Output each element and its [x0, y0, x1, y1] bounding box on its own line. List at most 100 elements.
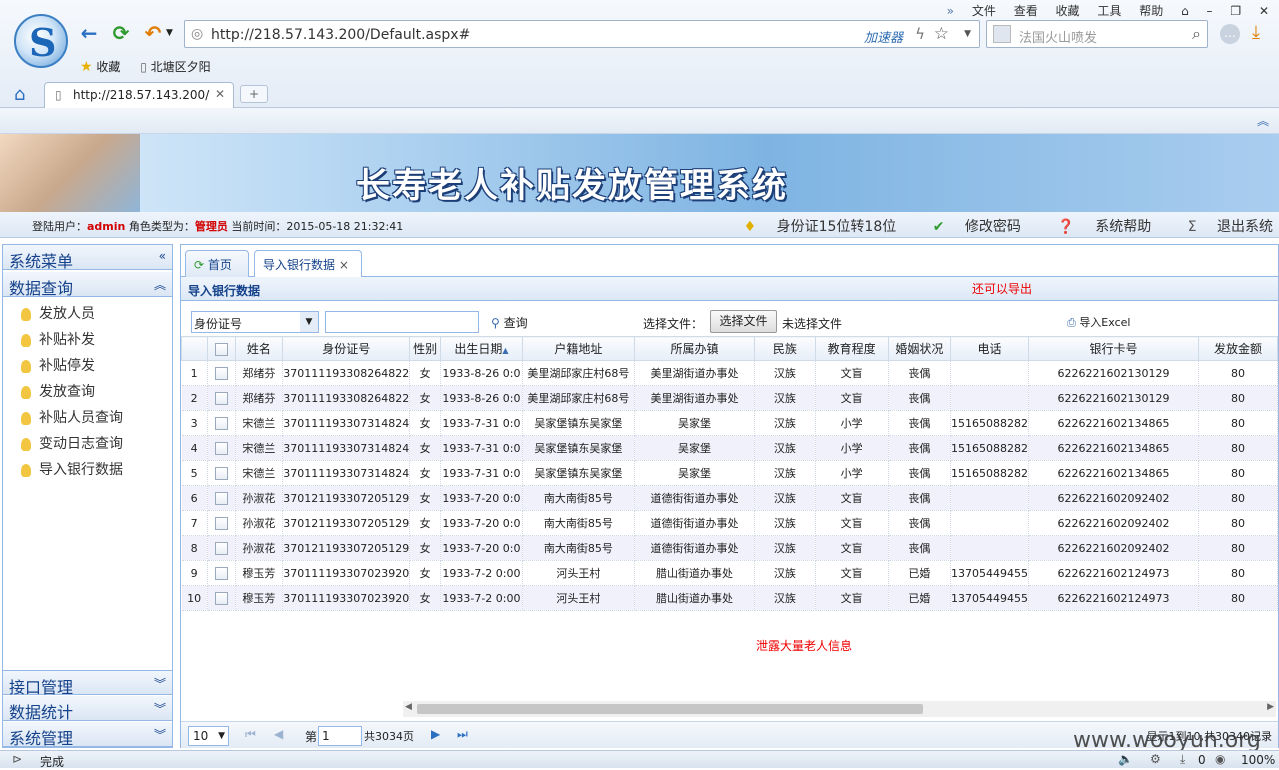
col-amount[interactable]: 发放金额	[1197, 336, 1278, 361]
choose-file-button[interactable]: 选择文件	[710, 310, 777, 333]
refresh-icon[interactable]: ⟳	[110, 22, 132, 44]
page-input[interactable]: 1	[318, 726, 362, 746]
sidebar-item-log-query[interactable]: 变动日志查询	[21, 433, 123, 453]
col-office[interactable]: 所属办镇	[633, 336, 756, 361]
collapse-up-icon[interactable]: ︽	[1257, 112, 1269, 129]
address-bar[interactable]: ◎ http://218.57.143.200/Default.aspx# 加速…	[184, 20, 980, 48]
table-row[interactable]: 9 穆玉芳 370111193307023920 女 1933-7-2 0:00 河头王村…	[181, 560, 1278, 586]
col-birth[interactable]: 出生日期▲	[439, 336, 523, 361]
security-icon[interactable]: ◉	[1215, 752, 1225, 766]
col-phone[interactable]: 电话	[949, 336, 1029, 361]
menu-expand-icon[interactable]: »	[947, 4, 954, 18]
minimize-icon[interactable]: –	[1207, 4, 1213, 18]
cell-checkbox[interactable]	[207, 485, 236, 511]
table-row[interactable]: 10 穆玉芳 370111193307023920 女 1933-7-2 0:00 河头王…	[181, 585, 1278, 611]
sidebar-item-reissue[interactable]: 补贴补发	[21, 329, 95, 349]
sidebar-item-issue-query[interactable]: 发放查询	[21, 381, 95, 401]
search-field-select[interactable]: 身份证号 ▼	[191, 311, 319, 333]
sidebar-group-stats[interactable]: 数据统计 ︾	[3, 696, 172, 722]
col-id[interactable]: 身份证号	[282, 336, 411, 361]
browser-tab[interactable]: ▯ http://218.57.143.200/ ✕	[44, 82, 234, 108]
sidebar-item-import-bank[interactable]: 导入银行数据	[21, 459, 123, 479]
menu-help[interactable]: 帮助	[1139, 4, 1163, 18]
address-dropdown-icon[interactable]: ▼	[964, 29, 971, 39]
scroll-right-icon[interactable]: ▶	[1267, 702, 1274, 712]
search-engine-icon[interactable]	[993, 25, 1011, 43]
sidebar-group-interface[interactable]: 接口管理 ︾	[3, 670, 172, 697]
favorite-link[interactable]: 北塘区夕阳	[151, 60, 211, 74]
cell-checkbox[interactable]	[207, 410, 236, 436]
first-page-icon[interactable]: ⏮	[245, 727, 256, 742]
query-button[interactable]: ⚲ 查询	[491, 314, 528, 331]
menu-tools[interactable]: 工具	[1097, 4, 1121, 18]
col-gender[interactable]: 性别	[409, 336, 441, 361]
cell-checkbox[interactable]	[207, 535, 236, 561]
table-row[interactable]: 1 郑绪芬 370111193308264822 女 1933-8-26 0:0 美里湖邱…	[181, 360, 1278, 386]
horizontal-scrollbar[interactable]: ◀ ▶	[403, 701, 1276, 717]
tab-home[interactable]: ⟳ 首页	[185, 250, 249, 277]
home-icon[interactable]: ⌂	[14, 84, 25, 105]
row-checkbox[interactable]	[214, 516, 228, 530]
search-icon[interactable]: ⌕	[1192, 24, 1201, 44]
close-window-icon[interactable]: ✕	[1259, 4, 1269, 18]
sidebar-item-stop[interactable]: 补贴停发	[21, 355, 95, 375]
cell-checkbox[interactable]	[207, 385, 236, 411]
favorites-button[interactable]: 收藏	[96, 60, 120, 74]
row-checkbox[interactable]	[214, 541, 228, 555]
prev-page-icon[interactable]: ◀	[274, 727, 283, 741]
col-checkbox[interactable]	[206, 336, 236, 361]
table-row[interactable]: 6 孙淑花 370121193307205129 女 1933-7-20 0:0 南大南街…	[181, 485, 1278, 511]
table-row[interactable]: 4 宋德兰 370111193307314824 女 1933-7-31 0:0 吴家堡镇…	[181, 435, 1278, 461]
col-bankcard[interactable]: 银行卡号	[1027, 336, 1199, 361]
row-checkbox[interactable]	[214, 391, 228, 405]
tab-close-icon[interactable]: ×	[339, 258, 349, 272]
table-row[interactable]: 8 孙淑花 370121193307205129 女 1933-7-20 0:0 南大南街…	[181, 535, 1278, 561]
star-icon[interactable]: ☆	[934, 24, 949, 44]
sidebar-item-person-query[interactable]: 补贴人员查询	[21, 407, 123, 427]
chevron-down-icon[interactable]: ▼	[300, 312, 318, 332]
help-link[interactable]: ❓ 系统帮助	[1041, 219, 1151, 235]
cell-checkbox[interactable]	[207, 585, 236, 611]
table-row[interactable]: 2 郑绪芬 370111193308264822 女 1933-8-26 0:0 美里湖邱…	[181, 385, 1278, 411]
table-row[interactable]: 5 宋德兰 370111193307314824 女 1933-7-31 0:0 吴家堡镇…	[181, 460, 1278, 486]
download-status-icon[interactable]: ⤓	[1180, 752, 1185, 767]
row-checkbox[interactable]	[214, 416, 228, 430]
select-all-checkbox[interactable]	[214, 342, 228, 356]
accelerator-label[interactable]: 加速器	[864, 27, 903, 46]
page-size-select[interactable]: 10 ▼	[188, 726, 229, 746]
scroll-left-icon[interactable]: ◀	[405, 702, 412, 712]
back-arrow-icon[interactable]: ←	[78, 22, 100, 44]
settings-icon[interactable]: ⚙	[1150, 752, 1161, 766]
logout-link[interactable]: Σ 退出系统	[1172, 219, 1273, 235]
row-checkbox[interactable]	[214, 566, 228, 580]
cell-checkbox[interactable]	[207, 460, 236, 486]
zoom-level[interactable]: 100%	[1241, 753, 1275, 767]
tab-import-bank[interactable]: 导入银行数据 ×	[254, 250, 362, 278]
col-address[interactable]: 户籍地址	[521, 336, 635, 361]
col-name[interactable]: 姓名	[234, 336, 284, 361]
menu-favorites[interactable]: 收藏	[1056, 4, 1080, 18]
search-input[interactable]	[325, 311, 479, 333]
menu-view[interactable]: 查看	[1014, 4, 1038, 18]
import-excel-button[interactable]: ⎙ 导入Excel	[1067, 314, 1130, 330]
table-row[interactable]: 3 宋德兰 370111193307314824 女 1933-7-31 0:0 吴家堡镇…	[181, 410, 1278, 436]
cell-checkbox[interactable]	[207, 360, 236, 386]
sidebar-group-query[interactable]: 数据查询 ︽	[3, 272, 172, 298]
sidebar-collapse-icon[interactable]: «	[159, 249, 166, 263]
search-box[interactable]: 法国火山喷发 ⌕	[986, 20, 1208, 48]
skin-icon[interactable]: ⌂	[1181, 4, 1189, 18]
lightning-icon[interactable]: ϟ	[915, 25, 925, 43]
speaker-icon[interactable]: 🔈	[1118, 752, 1133, 766]
next-page-icon[interactable]: ▶	[431, 727, 440, 741]
change-password-link[interactable]: ✔ 修改密码	[917, 219, 1021, 235]
row-checkbox[interactable]	[214, 466, 228, 480]
row-checkbox[interactable]	[214, 366, 228, 380]
new-tab-button[interactable]: +	[240, 85, 268, 103]
col-ethnic[interactable]: 民族	[754, 336, 816, 361]
row-checkbox[interactable]	[214, 591, 228, 605]
col-marital[interactable]: 婚姻状况	[887, 336, 951, 361]
row-checkbox[interactable]	[214, 491, 228, 505]
undo-dropdown-icon[interactable]: ▼	[166, 28, 173, 38]
last-page-icon[interactable]: ⏭	[457, 727, 468, 742]
more-icon[interactable]: …	[1220, 24, 1240, 44]
